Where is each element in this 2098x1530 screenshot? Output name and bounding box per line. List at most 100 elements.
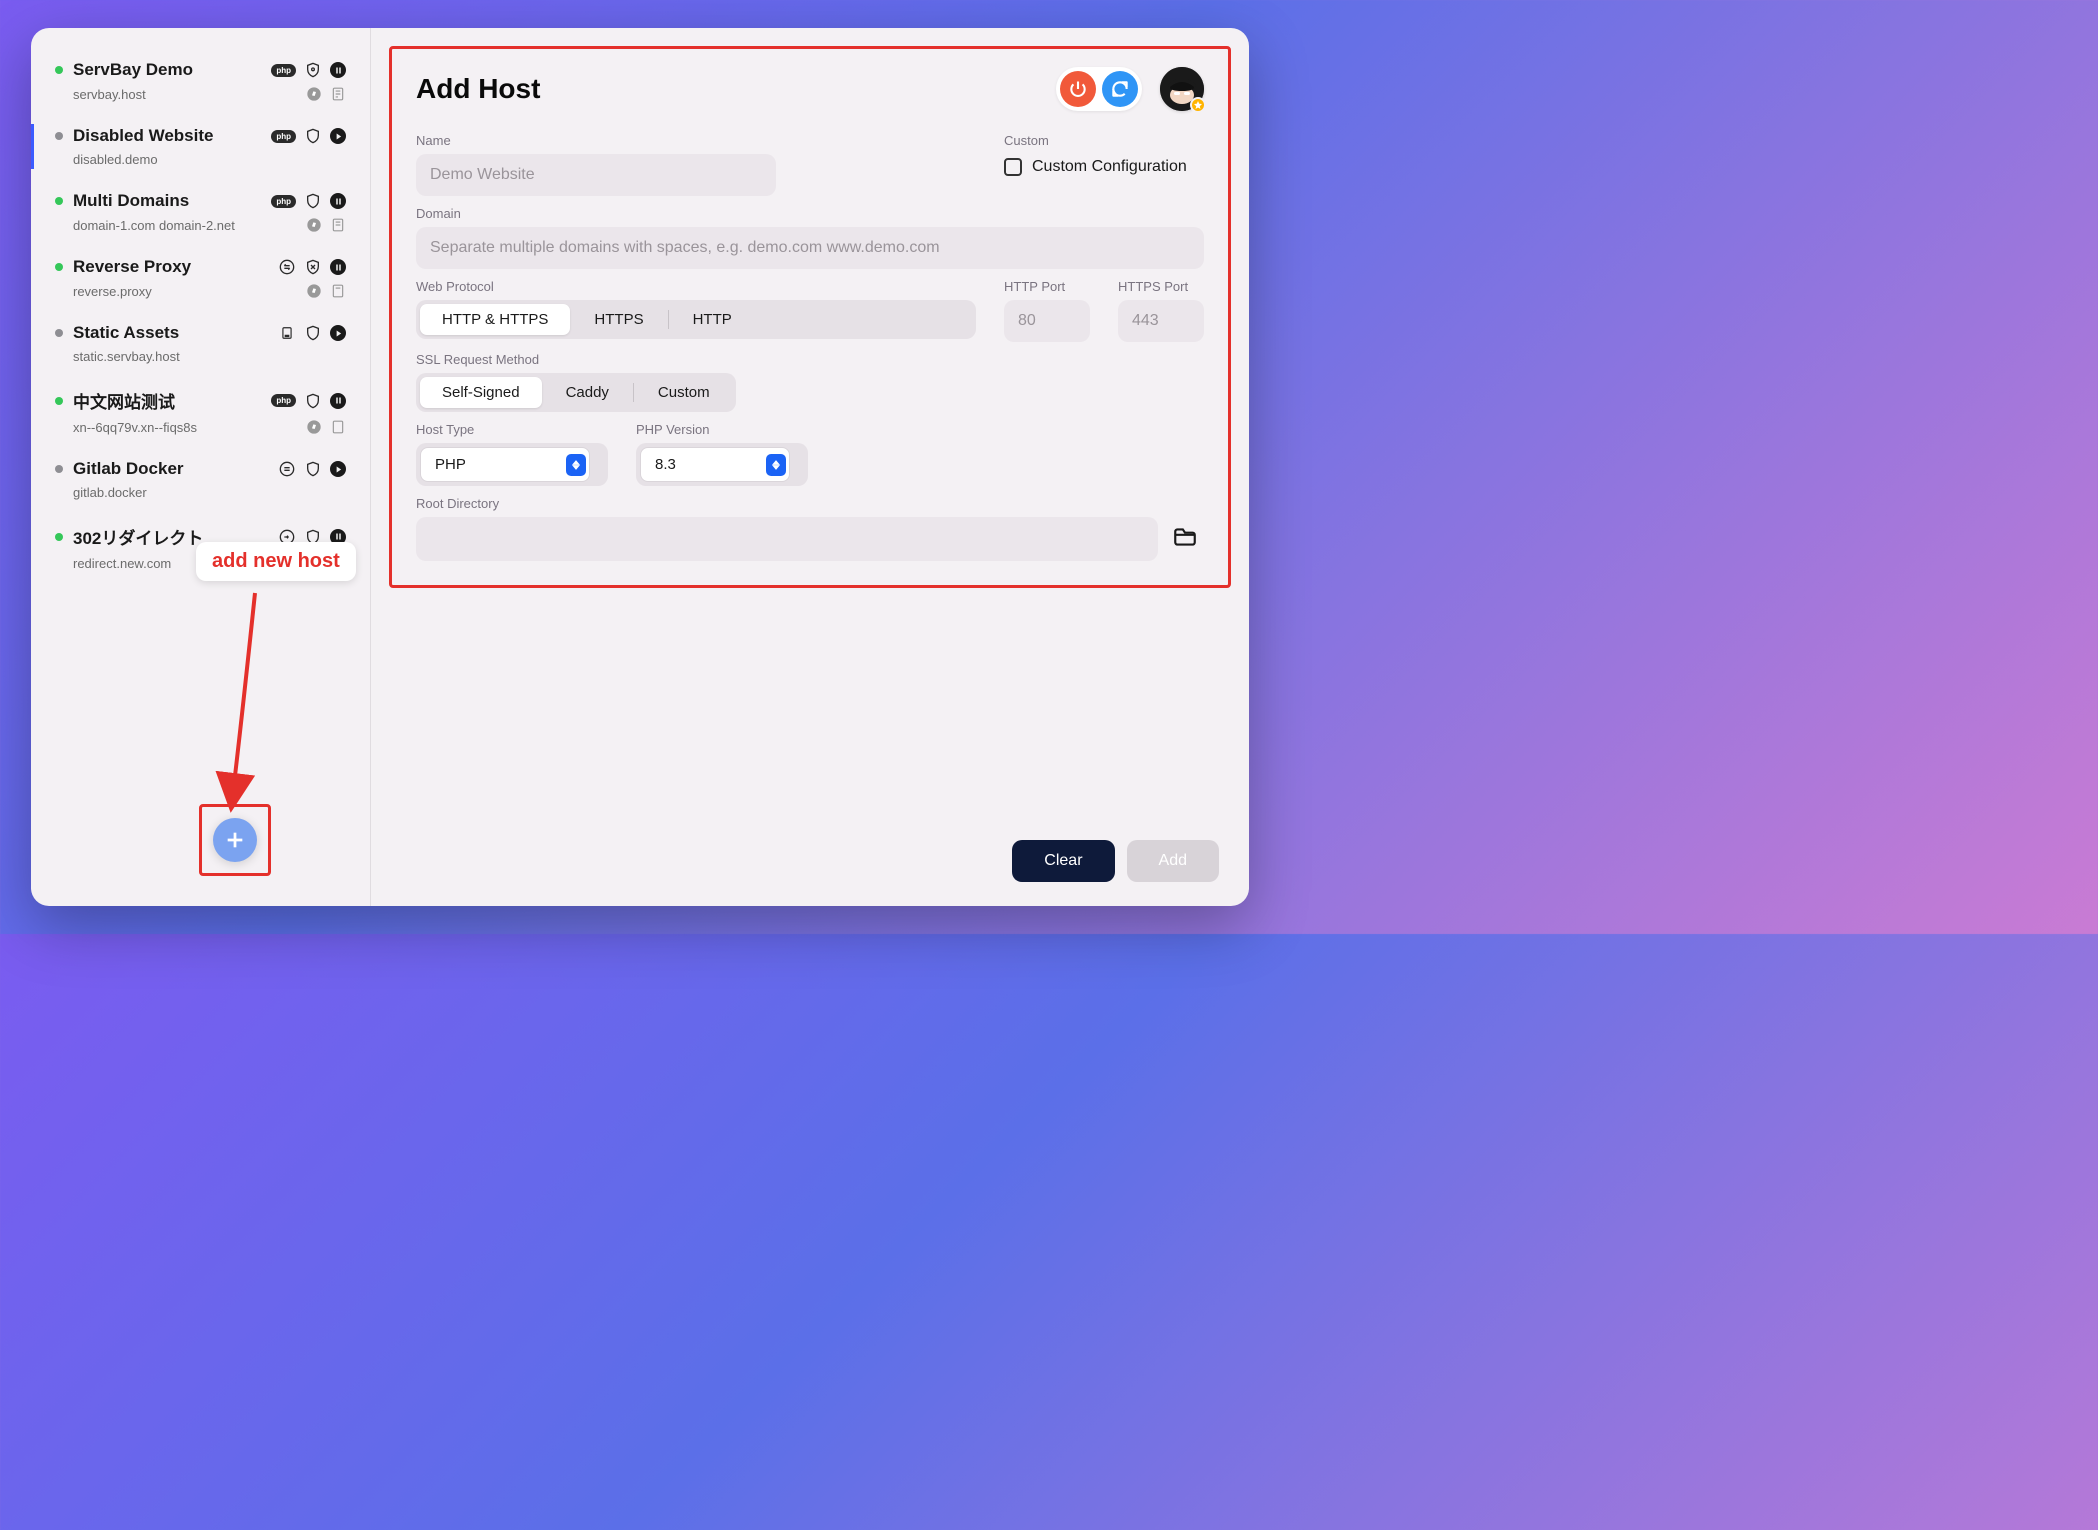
shield-icon xyxy=(304,460,322,478)
host-type-value: PHP xyxy=(420,447,590,482)
http-port-label: HTTP Port xyxy=(1004,279,1090,294)
notes-icon[interactable] xyxy=(330,419,346,435)
header-actions xyxy=(1056,67,1142,111)
chevron-updown-icon xyxy=(566,454,586,476)
shield-icon xyxy=(304,192,322,210)
host-domain: gitlab.docker xyxy=(73,485,346,500)
shield-icon xyxy=(304,392,322,410)
protocol-option-https[interactable]: HTTPS xyxy=(572,304,665,335)
host-title: 中文网站测试 xyxy=(73,388,261,413)
php-badge-icon: php xyxy=(271,130,296,143)
sidebar-item-static-assets[interactable]: Static Assets static.servbay.host xyxy=(31,311,370,376)
status-dot-icon xyxy=(55,132,63,140)
protocol-option-http[interactable]: HTTP xyxy=(671,304,754,335)
domain-label: Domain xyxy=(416,206,1204,221)
host-domain: xn--6qq79v.xn--fiqs8s xyxy=(73,420,306,435)
compass-icon[interactable] xyxy=(306,86,322,102)
static-icon xyxy=(278,324,296,342)
host-domain: disabled.demo xyxy=(73,152,346,167)
compass-icon[interactable] xyxy=(306,283,322,299)
ssl-label: SSL Request Method xyxy=(416,352,1204,367)
host-title: Gitlab Docker xyxy=(73,459,268,479)
sidebar-item-chinese-test[interactable]: 中文网站测试 php xn--6qq79v.xn--fiqs8s xyxy=(31,376,370,447)
php-version-label: PHP Version xyxy=(636,422,808,437)
status-dot-icon xyxy=(55,533,63,541)
https-port-label: HTTPS Port xyxy=(1118,279,1204,294)
app-window: ServBay Demo php servbay.host Disabled W… xyxy=(31,28,1249,906)
shield-icon xyxy=(304,127,322,145)
status-dot-icon xyxy=(55,465,63,473)
power-button[interactable] xyxy=(1060,71,1096,107)
sidebar-item-disabled-website[interactable]: Disabled Website php disabled.demo xyxy=(31,114,370,179)
status-dot-icon xyxy=(55,263,63,271)
php-badge-icon: php xyxy=(271,394,296,407)
custom-config-checkbox[interactable] xyxy=(1004,158,1022,176)
compass-icon[interactable] xyxy=(306,217,322,233)
pause-icon[interactable] xyxy=(330,259,346,275)
host-title: Reverse Proxy xyxy=(73,257,268,277)
status-dot-icon xyxy=(55,197,63,205)
play-icon[interactable] xyxy=(330,128,346,144)
shield-icon xyxy=(304,324,322,342)
name-label: Name xyxy=(416,133,776,148)
pause-icon[interactable] xyxy=(330,393,346,409)
clear-button[interactable]: Clear xyxy=(1012,840,1114,882)
custom-config-label: Custom Configuration xyxy=(1032,158,1187,176)
play-icon[interactable] xyxy=(330,325,346,341)
annotation-callout: add new host xyxy=(196,542,356,581)
ssl-option-custom[interactable]: Custom xyxy=(636,377,732,408)
chevron-updown-icon xyxy=(766,454,786,476)
status-dot-icon xyxy=(55,66,63,74)
host-title: Disabled Website xyxy=(73,126,261,146)
domain-input[interactable] xyxy=(416,227,1204,269)
host-type-label: Host Type xyxy=(416,422,608,437)
name-input[interactable] xyxy=(416,154,776,196)
php-badge-icon: php xyxy=(271,64,296,77)
sidebar-item-multi-domains[interactable]: Multi Domains php domain-1.com domain-2.… xyxy=(31,179,370,245)
shield-icon xyxy=(304,61,322,79)
add-button[interactable]: Add xyxy=(1127,840,1219,882)
avatar-badge-icon xyxy=(1190,97,1206,113)
browse-folder-button[interactable] xyxy=(1170,524,1204,554)
sidebar-item-servbay-demo[interactable]: ServBay Demo php servbay.host xyxy=(31,48,370,114)
sidebar-item-gitlab-docker[interactable]: Gitlab Docker gitlab.docker xyxy=(31,447,370,512)
footer-actions: Clear Add xyxy=(1012,840,1219,882)
host-domain: static.servbay.host xyxy=(73,349,346,364)
pause-icon[interactable] xyxy=(330,193,346,209)
sidebar-item-reverse-proxy[interactable]: Reverse Proxy reverse.proxy xyxy=(31,245,370,311)
host-domain: servbay.host xyxy=(73,87,306,102)
refresh-button[interactable] xyxy=(1102,71,1138,107)
ssl-option-selfsigned[interactable]: Self-Signed xyxy=(420,377,542,408)
avatar[interactable] xyxy=(1160,67,1204,111)
custom-label: Custom xyxy=(1004,133,1204,148)
swap-icon xyxy=(278,258,296,276)
php-badge-icon: php xyxy=(271,195,296,208)
root-label: Root Directory xyxy=(416,496,1204,511)
sidebar: ServBay Demo php servbay.host Disabled W… xyxy=(31,28,371,906)
https-port-input[interactable] xyxy=(1118,300,1204,342)
notes-icon[interactable] xyxy=(330,86,346,102)
host-title: Static Assets xyxy=(73,323,268,343)
http-port-input[interactable] xyxy=(1004,300,1090,342)
host-type-select[interactable]: PHP xyxy=(420,447,590,482)
host-title: Multi Domains xyxy=(73,191,261,211)
pause-icon[interactable] xyxy=(330,62,346,78)
web-protocol-segment: HTTP & HTTPS HTTPS HTTP xyxy=(416,300,976,339)
shield-x-icon xyxy=(304,258,322,276)
ssl-option-caddy[interactable]: Caddy xyxy=(544,377,631,408)
play-icon[interactable] xyxy=(330,461,346,477)
compass-icon[interactable] xyxy=(306,419,322,435)
host-title: ServBay Demo xyxy=(73,60,261,80)
host-domain: domain-1.com domain-2.net xyxy=(73,218,306,233)
protocol-option-both[interactable]: HTTP & HTTPS xyxy=(420,304,570,335)
swap-icon xyxy=(278,460,296,478)
notes-icon[interactable] xyxy=(330,283,346,299)
status-dot-icon xyxy=(55,329,63,337)
notes-icon[interactable] xyxy=(330,217,346,233)
page-title: Add Host xyxy=(416,73,1056,105)
php-version-select[interactable]: 8.3 xyxy=(640,447,790,482)
ssl-segment: Self-Signed Caddy Custom xyxy=(416,373,736,412)
status-dot-icon xyxy=(55,397,63,405)
add-host-button[interactable] xyxy=(213,818,257,862)
root-directory-input[interactable] xyxy=(416,517,1158,561)
